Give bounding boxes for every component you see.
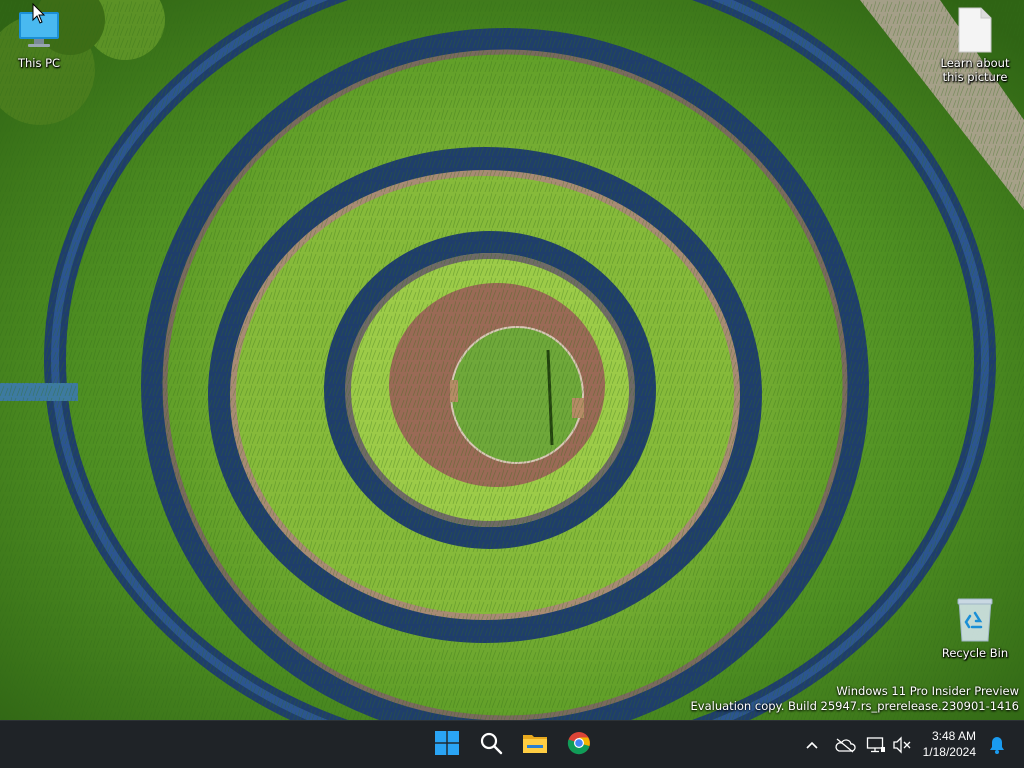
desktop-icon-learn-about-picture[interactable]: Learn about this picture bbox=[937, 6, 1013, 84]
windows-logo-icon bbox=[435, 731, 459, 759]
desktop-icon-label: Recycle Bin bbox=[941, 646, 1009, 660]
clock-date: 1/18/2024 bbox=[922, 745, 976, 759]
notification-bell-icon[interactable] bbox=[985, 733, 1009, 757]
file-explorer-button[interactable] bbox=[515, 725, 555, 765]
search-icon bbox=[479, 731, 503, 759]
clock-time: 3:48 AM bbox=[931, 729, 976, 743]
volume-muted-icon[interactable] bbox=[890, 733, 914, 757]
clock[interactable]: 3:48 AM 1/18/2024 bbox=[923, 728, 976, 760]
chrome-icon bbox=[567, 731, 591, 759]
watermark-edition: Windows 11 Pro Insider Preview bbox=[836, 684, 1019, 698]
taskbar: 3:48 AM 1/18/2024 bbox=[0, 720, 1024, 768]
search-button[interactable] bbox=[471, 725, 511, 765]
recycle-bin-icon bbox=[951, 596, 999, 644]
mouse-cursor bbox=[32, 2, 46, 25]
chrome-button[interactable] bbox=[559, 725, 599, 765]
start-button[interactable] bbox=[427, 725, 467, 765]
folder-icon bbox=[522, 732, 548, 758]
desktop-wallpaper bbox=[0, 0, 1024, 720]
network-icon[interactable] bbox=[864, 733, 888, 757]
watermark-build: Evaluation copy. Build 25947.rs_prerelea… bbox=[690, 699, 1019, 713]
onedrive-offline-icon[interactable] bbox=[833, 733, 857, 757]
chevron-up-icon[interactable] bbox=[800, 733, 824, 757]
evaluation-watermark: Windows 11 Pro Insider Preview Evaluatio… bbox=[691, 684, 1019, 714]
desktop-icon-label: Learn about this picture bbox=[940, 56, 1010, 84]
desktop-icon-label: This PC bbox=[17, 56, 61, 70]
document-icon bbox=[951, 6, 999, 54]
desktop-icon-recycle-bin[interactable]: Recycle Bin bbox=[937, 596, 1013, 660]
